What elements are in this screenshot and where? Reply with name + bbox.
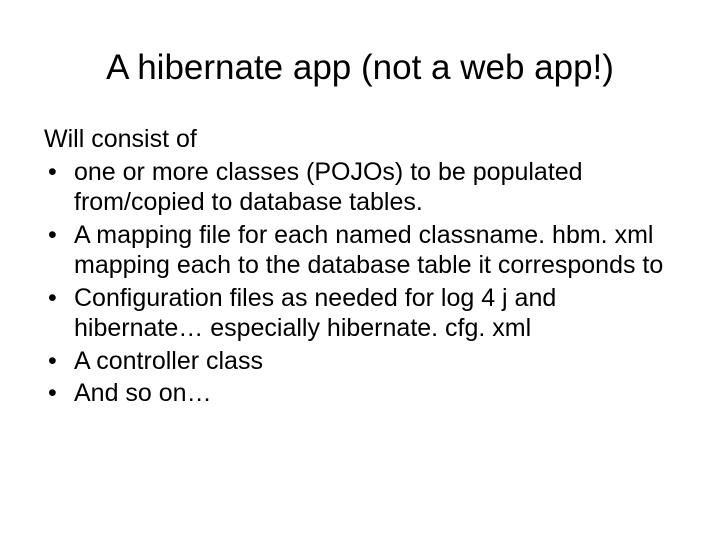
- slide: A hibernate app (not a web app!) Will co…: [0, 0, 720, 540]
- lead-text: Will consist of: [44, 124, 676, 155]
- slide-body: Will consist of one or more classes (POJ…: [44, 124, 676, 409]
- list-item: Configuration files as needed for log 4 …: [44, 283, 676, 344]
- list-item: one or more classes (POJOs) to be popula…: [44, 157, 676, 218]
- bullet-list: one or more classes (POJOs) to be popula…: [44, 157, 676, 409]
- list-item: A controller class: [44, 346, 676, 377]
- list-item: And so on…: [44, 378, 676, 409]
- list-item: A mapping file for each named classname.…: [44, 220, 676, 281]
- slide-title: A hibernate app (not a web app!): [44, 48, 676, 88]
